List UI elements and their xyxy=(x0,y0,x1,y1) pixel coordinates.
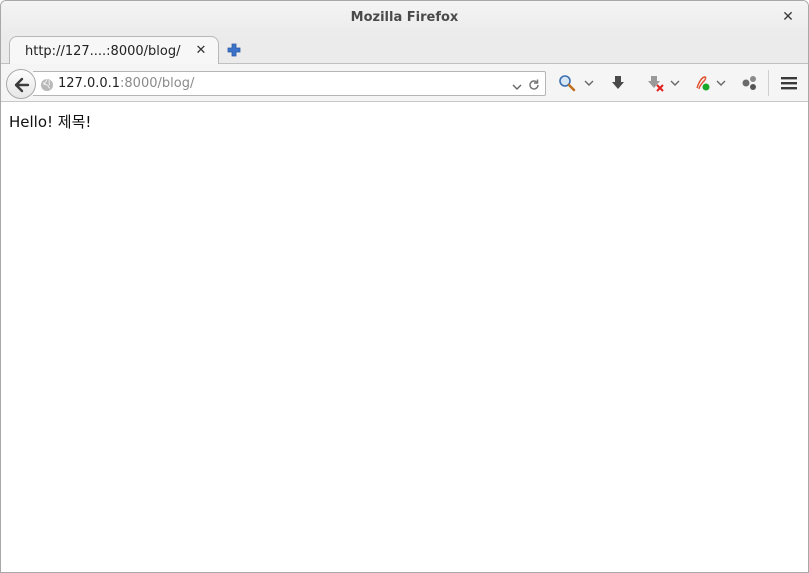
addon-dropdown-icon[interactable] xyxy=(669,74,681,92)
url-host: 127.0.0.1 xyxy=(58,76,121,91)
browser-window: Mozilla Firefox ✕ http://127....:8000/bl… xyxy=(0,0,809,573)
url-text[interactable]: 127.0.0.1:8000/blog/ xyxy=(58,76,194,91)
toolbar-separator xyxy=(768,70,769,96)
share-icon[interactable] xyxy=(741,74,759,92)
hamburger-menu-icon[interactable] xyxy=(780,74,798,92)
page-body-text: Hello! 제목! xyxy=(9,113,92,131)
back-arrow-icon xyxy=(14,77,30,93)
download-icon[interactable] xyxy=(610,74,626,92)
reload-icon[interactable] xyxy=(527,77,541,96)
new-tab-button[interactable] xyxy=(225,41,243,59)
url-bar[interactable]: 127.0.0.1:8000/blog/ xyxy=(33,71,546,96)
search-icon[interactable] xyxy=(558,74,576,92)
tab-close-icon[interactable]: ✕ xyxy=(194,43,208,59)
search-dropdown-icon[interactable] xyxy=(583,74,595,92)
window-title: Mozilla Firefox xyxy=(350,10,459,25)
page-content: Hello! 제목! xyxy=(1,102,808,572)
addon-status-dropdown-icon[interactable] xyxy=(715,74,727,92)
url-path: :8000/blog/ xyxy=(120,76,195,91)
title-bar: Mozilla Firefox ✕ xyxy=(1,1,808,36)
url-history-dropdown-icon[interactable] xyxy=(511,78,523,97)
back-button[interactable] xyxy=(6,69,36,99)
plus-icon xyxy=(227,43,241,57)
navigation-toolbar: 127.0.0.1:8000/blog/ xyxy=(1,64,808,102)
tab-label: http://127....:8000/blog/ xyxy=(25,44,181,59)
window-close-button[interactable]: ✕ xyxy=(780,9,796,25)
tab-active[interactable]: http://127....:8000/blog/ ✕ xyxy=(9,36,219,65)
tab-strip: http://127....:8000/blog/ ✕ xyxy=(1,36,808,65)
addon-disabled-icon[interactable] xyxy=(647,74,665,92)
globe-icon xyxy=(40,77,54,96)
addon-status-icon[interactable] xyxy=(694,74,712,92)
